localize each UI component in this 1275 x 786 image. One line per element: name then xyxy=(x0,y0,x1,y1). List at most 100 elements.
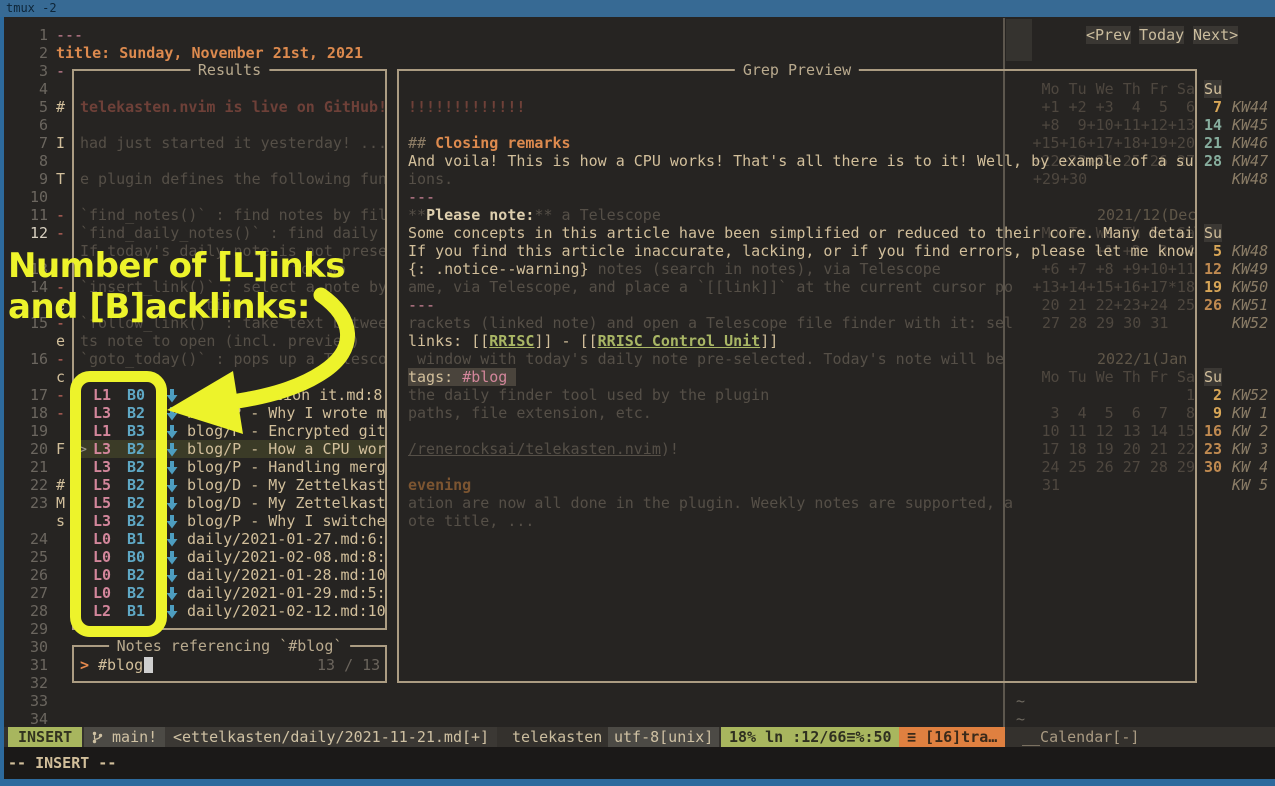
calendar-sunday-day[interactable]: 2 xyxy=(1204,386,1222,404)
calendar-sunday-day[interactable]: 7 xyxy=(1204,98,1222,116)
calendar-sunday-day[interactable]: 14 xyxy=(1204,116,1222,134)
results-panel-title: Results xyxy=(190,61,269,79)
line-number: 4 xyxy=(10,80,48,98)
buffer-margin-char: # xyxy=(56,476,65,494)
line-number: 1 xyxy=(10,26,48,44)
buffer-margin-char: # xyxy=(56,98,65,116)
buffer-text-fragment: --- xyxy=(56,26,83,44)
line-number: 29 xyxy=(10,620,48,638)
encoding-indicator: utf-8[unix] xyxy=(608,727,719,747)
line-number: 34 xyxy=(10,710,48,728)
prompt-query-input[interactable]: #blog xyxy=(98,656,143,674)
line-number: 12 xyxy=(10,224,48,242)
preview-panel-title: Grep Preview xyxy=(735,61,859,79)
calendar-sunday-day[interactable]: 26 xyxy=(1204,296,1222,314)
text-cursor xyxy=(144,657,153,673)
tmux-session-title: tmux -2 xyxy=(6,1,57,15)
buffer-indicator: ≡ [16]tra… xyxy=(899,727,1005,747)
line-number: 21 xyxy=(10,458,48,476)
line-number: 26 xyxy=(10,566,48,584)
line-number: 23 xyxy=(10,494,48,512)
git-branch-icon xyxy=(92,731,103,744)
calendar-sunday-day[interactable]: 9 xyxy=(1204,404,1222,422)
calendar-week-number: KW47 xyxy=(1232,152,1268,170)
line-number: 2 xyxy=(10,44,48,62)
prompt-result-counter: 13 / 13 xyxy=(317,656,380,674)
calendar-prev-button[interactable]: <Prev xyxy=(1086,26,1131,44)
line-number: 10 xyxy=(10,188,48,206)
calendar-sunday-header: Su xyxy=(1204,80,1222,98)
plugin-name: telekasten xyxy=(512,727,602,747)
cursor-position-indicator: 18% ln :12/66≡%:50 xyxy=(721,727,900,747)
statusline: INSERT main! <ettelkasten/daily/2021-11-… xyxy=(0,727,1275,747)
git-branch-label: main! xyxy=(112,728,157,746)
line-number: 28 xyxy=(10,602,48,620)
buffer-margin-char: F xyxy=(56,440,65,458)
calendar-sunday-day[interactable]: 5 xyxy=(1204,242,1222,260)
mode-message: -- INSERT -- xyxy=(8,753,116,773)
line-number: 3 xyxy=(10,62,48,80)
calendar-statusline: __Calendar[-] xyxy=(1022,727,1139,747)
line-number: 22 xyxy=(10,476,48,494)
buffer-margin-char: - xyxy=(56,386,65,404)
calendar-sunday-day[interactable]: 21 xyxy=(1204,134,1222,152)
calendar-sunday-header: Su xyxy=(1204,224,1222,242)
calendar-sunday-day[interactable]: 19 xyxy=(1204,278,1222,296)
file-path: <ettelkasten/daily/2021-11-21.md[+] xyxy=(165,727,497,747)
line-number: 18 xyxy=(10,404,48,422)
buffer-margin-char: T xyxy=(56,170,65,188)
mode-indicator: INSERT xyxy=(8,727,82,747)
calendar-week-number: KW 4 xyxy=(1232,458,1268,476)
calendar-week-number: KW49 xyxy=(1232,260,1268,278)
command-line-area: -- INSERT -- xyxy=(0,747,1275,779)
preview-panel-border: Grep Preview xyxy=(397,69,1197,683)
buffer-text-fragment: title: Sunday, November 21st, 2021 xyxy=(56,44,363,62)
calendar-week-number: KW52 xyxy=(1232,314,1268,332)
prompt-caret: > xyxy=(80,656,89,674)
calendar-sunday-day[interactable]: 16 xyxy=(1204,422,1222,440)
line-number: 19 xyxy=(10,422,48,440)
calendar-week-number: KW45 xyxy=(1232,116,1268,134)
calendar-week-number: KW 5 xyxy=(1232,476,1268,494)
line-number: 32 xyxy=(10,674,48,692)
calendar-gutter xyxy=(1006,19,1032,61)
calendar-sunday-day[interactable]: 30 xyxy=(1204,458,1222,476)
calendar-week-number: KW 2 xyxy=(1232,422,1268,440)
git-branch-segment: main! xyxy=(84,727,165,747)
calendar-week-number: KW46 xyxy=(1232,134,1268,152)
calendar-week-number: KW51 xyxy=(1232,296,1268,314)
calendar-next-button[interactable]: Next> xyxy=(1193,26,1238,44)
calendar-today-button[interactable]: Today xyxy=(1139,26,1184,44)
prompt-panel-title: Notes referencing `#blog` xyxy=(109,637,351,655)
line-number: 30 xyxy=(10,638,48,656)
line-number: 24 xyxy=(10,530,48,548)
line-number: 5 xyxy=(10,98,48,116)
calendar-week-number: KW50 xyxy=(1232,278,1268,296)
terminal-border-bottom xyxy=(0,779,1275,786)
buffer-margin-char: e xyxy=(56,332,65,350)
terminal-border-left xyxy=(0,17,4,786)
calendar-week-number: KW48 xyxy=(1232,170,1268,188)
empty-line-tilde: ~ xyxy=(1016,710,1025,728)
buffer-margin-char: I xyxy=(56,134,65,152)
line-number: 16 xyxy=(10,350,48,368)
calendar-sunday-day[interactable]: 28 xyxy=(1204,152,1222,170)
line-number: 17 xyxy=(10,386,48,404)
buffer-margin-char: s xyxy=(56,512,65,530)
annotation-text-line1: Number of [L]inks xyxy=(8,246,345,287)
calendar-week-number: KW52 xyxy=(1232,386,1268,404)
calendar-sunday-day[interactable]: 12 xyxy=(1204,260,1222,278)
line-number: 25 xyxy=(10,548,48,566)
calendar-sunday-day[interactable]: 23 xyxy=(1204,440,1222,458)
line-number: 8 xyxy=(10,152,48,170)
calendar-week-number: KW44 xyxy=(1232,98,1268,116)
buffer-margin-char: - xyxy=(56,206,65,224)
buffer-margin-char: - xyxy=(56,224,65,242)
calendar-week-number: KW 3 xyxy=(1232,440,1268,458)
buffer-text-fragment: - xyxy=(56,62,65,80)
buffer-margin-char: c xyxy=(56,368,65,386)
empty-line-tilde: ~ xyxy=(1016,692,1025,710)
line-number: 27 xyxy=(10,584,48,602)
calendar-week-number: KW 1 xyxy=(1232,404,1268,422)
buffer-margin-char: - xyxy=(56,350,65,368)
